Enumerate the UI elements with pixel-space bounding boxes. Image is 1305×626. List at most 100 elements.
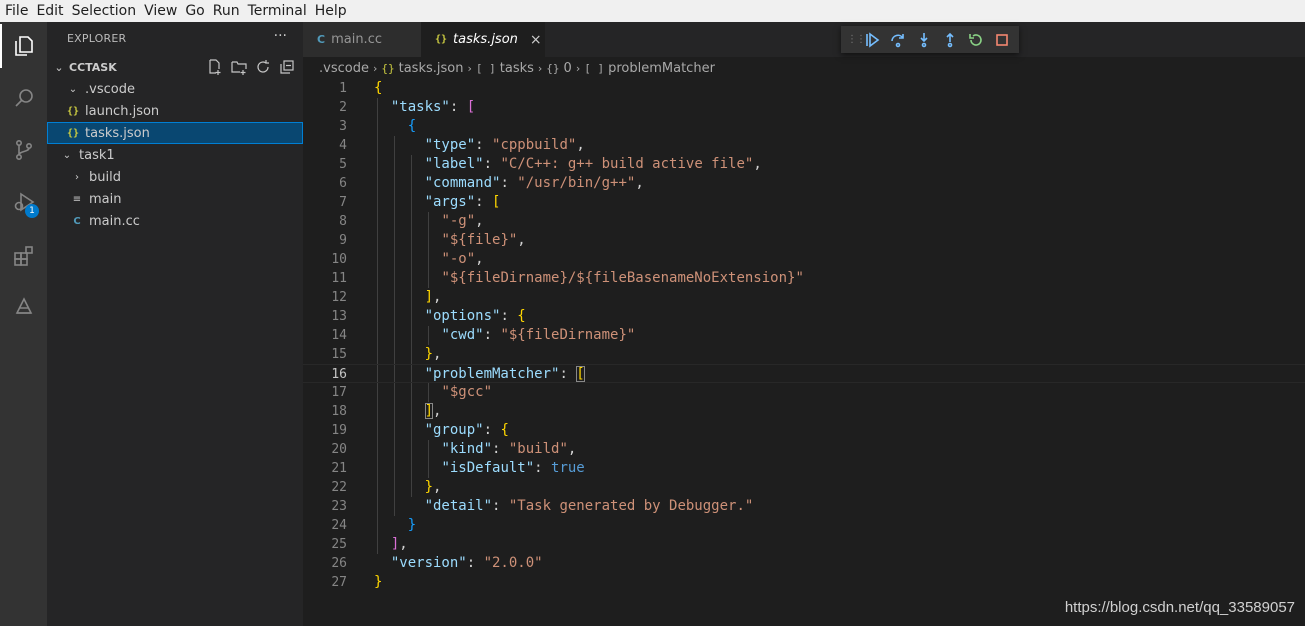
code-line: 5 "label": "C/C++: g++ build active file… (303, 155, 1305, 174)
extensions-icon[interactable] (0, 234, 47, 278)
continue-icon[interactable] (859, 29, 885, 51)
new-folder-icon[interactable] (230, 59, 247, 75)
source-control-icon[interactable] (0, 128, 47, 172)
array-icon: [ ] (475, 61, 496, 75)
code-line: 8 "-g", (303, 212, 1305, 231)
json-file-icon: {} (381, 61, 395, 75)
line-number: 13 (331, 309, 347, 324)
code-line: 3 { (303, 117, 1305, 136)
tree-folder-task1[interactable]: ⌄ task1 (47, 144, 303, 166)
explorer-icon[interactable] (0, 24, 47, 68)
code-line: 18 ], (303, 402, 1305, 421)
code-line: 26 "version": "2.0.0" (303, 554, 1305, 573)
line-number: 5 (339, 157, 347, 172)
code-line: 22 }, (303, 478, 1305, 497)
tree-label: launch.json (85, 103, 160, 119)
breadcrumb-file[interactable]: tasks.json (399, 61, 464, 76)
tree-file-main[interactable]: ≡ main (47, 188, 303, 210)
chevron-down-icon: ⌄ (54, 60, 64, 74)
chevron-right-icon: › (372, 61, 378, 75)
breadcrumb-folder[interactable]: .vscode (319, 61, 369, 76)
menu-view[interactable]: View (140, 1, 181, 21)
close-icon[interactable]: × (530, 32, 542, 48)
cpp-file-icon: C (317, 33, 326, 46)
tree-file-launch-json[interactable]: {} launch.json (47, 100, 303, 122)
menu-selection[interactable]: Selection (68, 1, 141, 21)
json-file-icon: {} (435, 34, 448, 45)
code-line: 9 "${file}", (303, 231, 1305, 250)
code-line: 2 "tasks": [ (303, 98, 1305, 117)
code-line: 12 ], (303, 288, 1305, 307)
refresh-icon[interactable] (254, 59, 271, 75)
workspace-section-header[interactable]: ⌄ CCTASK (47, 56, 303, 78)
search-icon[interactable] (0, 76, 47, 120)
line-number: 25 (331, 537, 347, 552)
code-line: 10 "-o", (303, 250, 1305, 269)
tab-label: main.cc (331, 32, 382, 47)
step-out-icon[interactable] (937, 29, 963, 51)
menu-help[interactable]: Help (311, 1, 351, 21)
line-number: 27 (331, 575, 347, 590)
collapse-all-icon[interactable] (278, 59, 295, 75)
line-number: 6 (339, 176, 347, 191)
code-line: 27} (303, 573, 1305, 592)
breadcrumb: .vscode › {} tasks.json › [ ] tasks › {}… (303, 57, 1305, 79)
menu-file[interactable]: File (0, 1, 32, 21)
step-over-icon[interactable] (885, 29, 911, 51)
menu-go[interactable]: Go (181, 1, 208, 21)
line-number: 16 (331, 367, 347, 382)
code-line: 7 "args": [ (303, 193, 1305, 212)
line-number: 20 (331, 442, 347, 457)
tree-label: build (89, 169, 121, 185)
line-number: 4 (339, 138, 347, 153)
menu-run[interactable]: Run (209, 1, 244, 21)
code-line: 25 ], (303, 535, 1305, 554)
code-line: 15 }, (303, 345, 1305, 364)
code-line: 1{ (303, 79, 1305, 98)
menu-edit[interactable]: Edit (32, 1, 67, 21)
drag-handle-icon[interactable]: ⋮⋮ (847, 34, 866, 45)
line-number: 1 (339, 81, 347, 96)
breadcrumb-index[interactable]: 0 (564, 61, 572, 76)
remote-icon[interactable] (0, 286, 47, 330)
line-number: 22 (331, 480, 347, 495)
object-icon: {} (546, 61, 560, 75)
new-file-icon[interactable] (206, 59, 223, 75)
stop-icon[interactable] (989, 29, 1015, 51)
line-number: 9 (339, 233, 347, 248)
breadcrumb-problem-matcher[interactable]: problemMatcher (608, 61, 715, 76)
code-line: 11 "${fileDirname}/${fileBasenameNoExten… (303, 269, 1305, 288)
tree-folder-vscode[interactable]: ⌄ .vscode (47, 78, 303, 100)
step-into-icon[interactable] (911, 29, 937, 51)
restart-icon[interactable] (963, 29, 989, 51)
tab-main-cc[interactable]: C main.cc (303, 22, 421, 57)
menu-terminal[interactable]: Terminal (244, 1, 311, 21)
line-number: 19 (331, 423, 347, 438)
line-number: 8 (339, 214, 347, 229)
more-actions-button[interactable]: ··· (274, 28, 287, 44)
menu-bar: File Edit Selection View Go Run Terminal… (0, 0, 1305, 22)
line-number: 2 (339, 100, 347, 115)
line-number: 7 (339, 195, 347, 210)
line-number: 18 (331, 404, 347, 419)
code-line: 23 "detail": "Task generated by Debugger… (303, 497, 1305, 516)
tree-folder-build[interactable]: › build (47, 166, 303, 188)
run-debug-icon[interactable]: 1 (0, 180, 47, 224)
code-line: 21 "isDefault": true (303, 459, 1305, 478)
tree-file-tasks-json[interactable]: {} tasks.json (47, 122, 303, 144)
sidebar-title: EXPLORER (67, 32, 127, 45)
tree-label: tasks.json (85, 125, 150, 141)
code-line: 14 "cwd": "${fileDirname}" (303, 326, 1305, 345)
chevron-right-icon: › (75, 171, 79, 183)
code-line-current: 16 "problemMatcher": [ (303, 364, 1305, 383)
line-number: 14 (331, 328, 347, 343)
breadcrumb-tasks[interactable]: tasks (500, 61, 534, 76)
chevron-right-icon: › (575, 61, 581, 75)
code-editor[interactable]: 1{ 2 "tasks": [ 3 { 4 "type": "cppbuild"… (303, 79, 1305, 626)
tree-file-main-cc[interactable]: C main.cc (47, 210, 303, 232)
code-line: 17 "$gcc" (303, 383, 1305, 402)
tab-tasks-json[interactable]: {} tasks.json × (421, 22, 545, 57)
debug-toolbar: ⋮⋮ (841, 26, 1019, 53)
tree-label: .vscode (85, 81, 135, 97)
code-line: 20 "kind": "build", (303, 440, 1305, 459)
